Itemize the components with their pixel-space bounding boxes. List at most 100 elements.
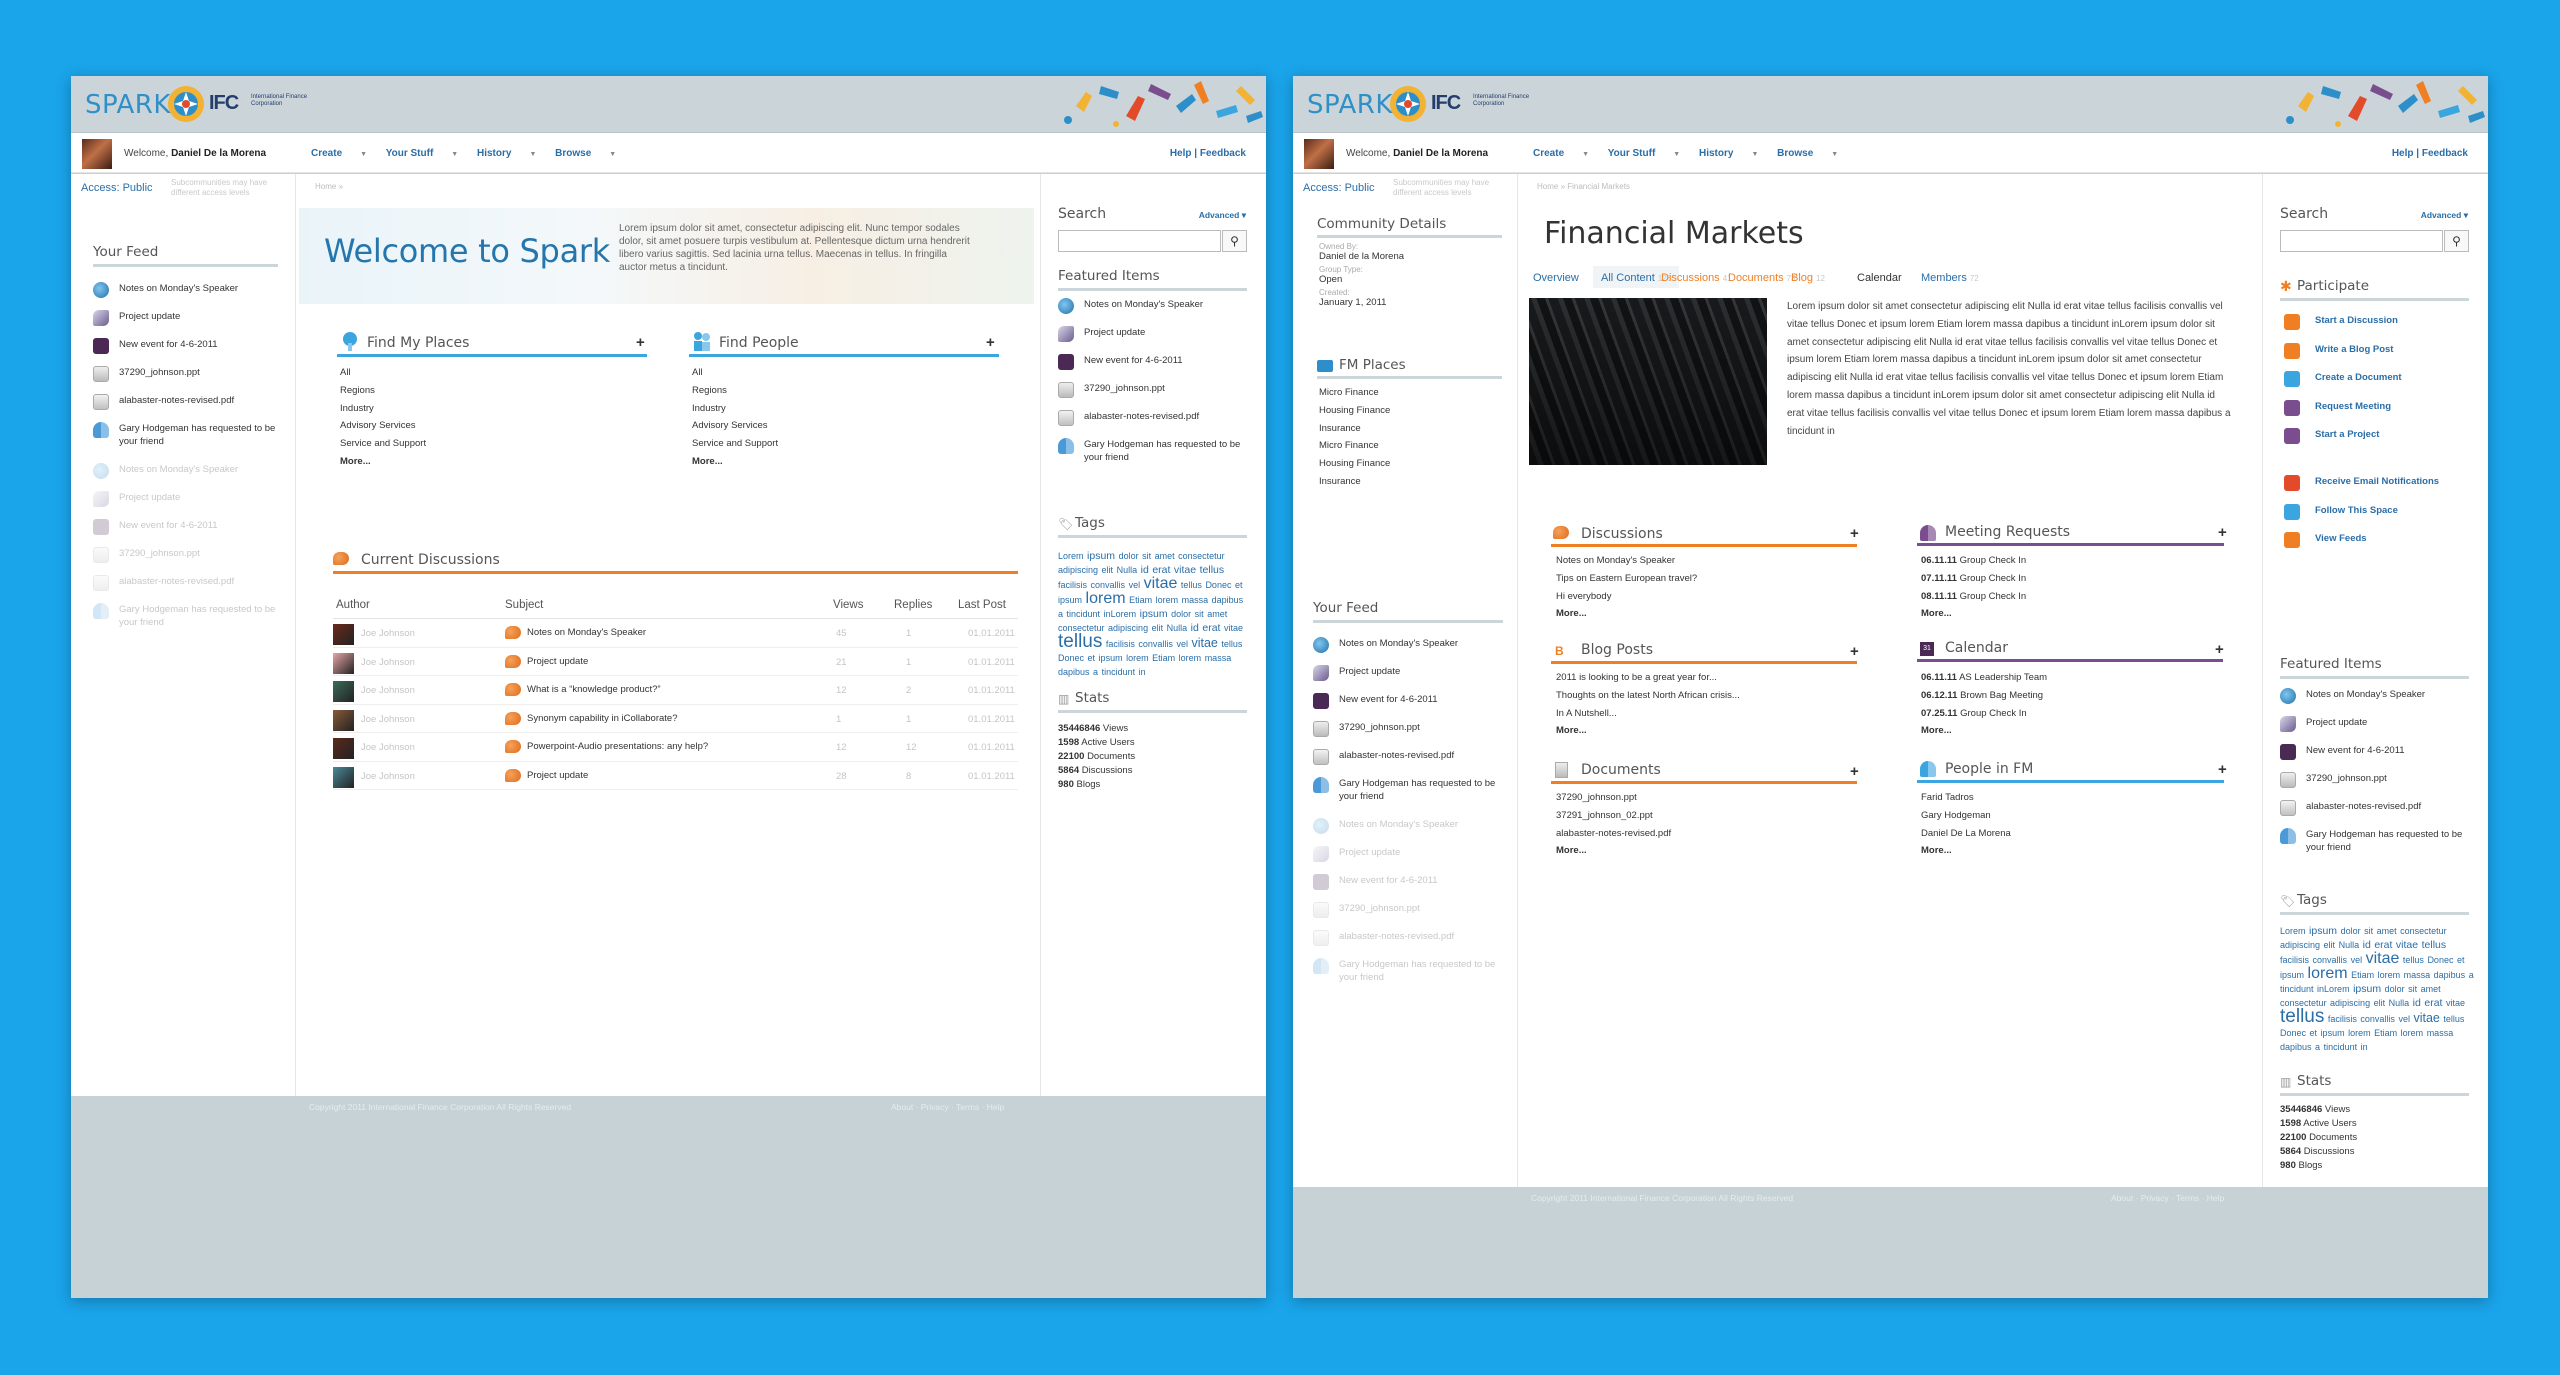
tag-link[interactable]: id	[2413, 997, 2421, 1009]
author-name[interactable]: Joe Johnson	[361, 628, 415, 639]
tag-link[interactable]: vel	[2351, 955, 2363, 965]
tag-link[interactable]: tincidunt	[2324, 1042, 2358, 1052]
tag-link[interactable]: Donec	[2280, 1028, 2306, 1038]
author-avatar[interactable]	[333, 709, 354, 731]
tag-link[interactable]: dapibus	[2434, 970, 2466, 980]
places-item[interactable]: Regions	[340, 382, 426, 400]
feed-item[interactable]: Notes on Monday's Speaker	[93, 463, 278, 479]
advanced-search-link[interactable]: Advanced ▾	[1199, 210, 1246, 221]
meeting-item[interactable]: 07.11.11 Group Check In	[1921, 570, 2026, 588]
feed-item[interactable]: Notes on Monday's Speaker	[93, 282, 278, 298]
feed-item[interactable]: alabaster-notes-revised.pdf	[93, 394, 278, 410]
places-item[interactable]: All	[340, 364, 426, 382]
nav-browse[interactable]: Browse ▼	[555, 148, 616, 159]
people-item[interactable]: All	[692, 364, 778, 382]
tag-link[interactable]: consectetur	[1178, 551, 1225, 561]
feed-item[interactable]: 37290_johnson.ppt	[1313, 902, 1503, 918]
action-follow-this-space[interactable]: Follow This Space	[2284, 503, 2464, 533]
tag-link[interactable]: dolor	[2385, 984, 2405, 994]
discussion-item[interactable]: Tips on Eastern European travel?	[1556, 570, 1697, 588]
table-row[interactable]: Joe Johnson Powerpoint-Audio presentation…	[333, 733, 1018, 762]
tag-link[interactable]: tellus	[1200, 564, 1225, 576]
blog-item[interactable]: 2011 is looking to be a great year for..…	[1556, 669, 1740, 687]
tag-link[interactable]: vel	[2398, 1014, 2410, 1024]
feed-item[interactable]: alabaster-notes-revised.pdf	[1313, 749, 1503, 765]
tag-link[interactable]: convallis	[2313, 955, 2348, 965]
nav-browse[interactable]: Browse ▼	[1777, 148, 1838, 159]
feed-item[interactable]: 37290_johnson.ppt	[93, 366, 278, 382]
feed-item[interactable]: Project update	[1313, 665, 1503, 681]
nav-your-stuff[interactable]: Your Stuff ▼	[386, 148, 459, 159]
tag-link[interactable]: dolor	[2341, 926, 2361, 936]
author-name[interactable]: Joe Johnson	[361, 742, 415, 753]
footer-links[interactable]: About · Privacy · Terms · Help	[2111, 1193, 2224, 1203]
tag-link[interactable]: Nulla	[1167, 623, 1188, 633]
tag-link[interactable]: amet	[1207, 609, 1227, 619]
feed-item[interactable]: 37290_johnson.ppt	[93, 547, 278, 563]
tag-link[interactable]: tellus	[1221, 639, 1242, 649]
people-more-link[interactable]: More...	[692, 453, 778, 471]
tag-link[interactable]: Lorem	[1058, 551, 1084, 561]
tag-link[interactable]: adipiscing	[1108, 623, 1148, 633]
col-views[interactable]: Views	[833, 599, 863, 611]
feed-item[interactable]: 37290_johnson.ppt	[2280, 772, 2469, 788]
author-name[interactable]: Joe Johnson	[361, 685, 415, 696]
search-input[interactable]	[1058, 230, 1221, 252]
feed-item[interactable]: Notes on Monday's Speaker	[1313, 818, 1503, 834]
feed-item[interactable]: Gary Hodgeman has requested to be your f…	[1313, 777, 1503, 803]
breadcrumb[interactable]: Home » Financial Markets	[1537, 182, 1630, 191]
tag-link[interactable]: Donec	[1205, 580, 1231, 590]
tag-link[interactable]: lorem	[2308, 965, 2348, 982]
add-people-button[interactable]: +	[986, 334, 995, 351]
add-place-button[interactable]: +	[636, 334, 645, 351]
table-row[interactable]: Joe Johnson Project update 21 1 01.01.2011	[333, 648, 1018, 676]
tag-link[interactable]: tellus	[1058, 631, 1102, 652]
tag-link[interactable]: Etiam	[2351, 970, 2374, 980]
tag-link[interactable]: lorem	[1156, 595, 1179, 605]
blog-item[interactable]: In A Nutshell...	[1556, 705, 1740, 723]
tag-link[interactable]: facilisis	[1058, 580, 1087, 590]
fm-place-item[interactable]: Housing Finance	[1319, 455, 1390, 473]
people-item[interactable]: Regions	[692, 382, 778, 400]
tag-link[interactable]: lorem	[2401, 1028, 2424, 1038]
tag-link[interactable]: Lorem	[2280, 926, 2306, 936]
discussion-subject[interactable]: Project update	[505, 654, 588, 668]
tag-link[interactable]: lorem	[1086, 590, 1126, 607]
discussion-item[interactable]: Hi everybody	[1556, 588, 1697, 606]
search-input[interactable]	[2280, 230, 2443, 252]
tag-link[interactable]: consectetur	[2400, 926, 2447, 936]
tab-calendar[interactable]: Calendar	[1857, 272, 1902, 284]
tag-link[interactable]: Nulla	[2339, 940, 2360, 950]
people-item[interactable]: Industry	[692, 400, 778, 418]
feed-item[interactable]: Gary Hodgeman has requested to be your f…	[1058, 438, 1247, 464]
tag-link[interactable]: adipiscing	[2330, 998, 2370, 1008]
tab-blog[interactable]: Blog 12	[1791, 272, 1825, 284]
tag-link[interactable]: lorem	[1126, 653, 1149, 663]
tag-link[interactable]: vel	[1176, 639, 1188, 649]
tag-link[interactable]: amet	[1155, 551, 1175, 561]
breadcrumb[interactable]: Home »	[315, 182, 343, 191]
nav-create[interactable]: Create ▼	[311, 148, 367, 159]
document-more-link[interactable]: More...	[1556, 842, 1671, 860]
participate-start-a-project[interactable]: Start a Project	[2284, 428, 2464, 457]
nav-your-stuff[interactable]: Your Stuff ▼	[1608, 148, 1681, 159]
tag-link[interactable]: Etiam	[2374, 1028, 2397, 1038]
people-item[interactable]: Advisory Services	[692, 417, 778, 435]
table-row[interactable]: Joe Johnson Synonym capability in iCollab…	[333, 705, 1018, 733]
feed-item[interactable]: Project update	[2280, 716, 2469, 732]
tag-link[interactable]: facilisis	[2328, 1014, 2357, 1024]
discussion-subject[interactable]: What is a “knowledge product?”	[505, 683, 661, 696]
tag-link[interactable]: adipiscing	[1058, 565, 1098, 575]
tag-link[interactable]: amet	[2377, 926, 2397, 936]
tag-link[interactable]: vitae	[1191, 636, 1217, 650]
tag-link[interactable]: sit	[2408, 984, 2417, 994]
tag-link[interactable]: vitae	[2446, 998, 2465, 1008]
add-blog-button[interactable]: +	[1850, 643, 1859, 660]
col-replies[interactable]: Replies	[894, 599, 932, 611]
tag-link[interactable]: sit	[1195, 609, 1204, 619]
tag-link[interactable]: ipsum	[1140, 608, 1168, 620]
add-event-button[interactable]: +	[2215, 641, 2224, 658]
tag-link[interactable]: dapibus	[1058, 667, 1090, 677]
feed-item[interactable]: Gary Hodgeman has requested to be your f…	[1313, 958, 1503, 984]
nav-create[interactable]: Create ▼	[1533, 148, 1589, 159]
